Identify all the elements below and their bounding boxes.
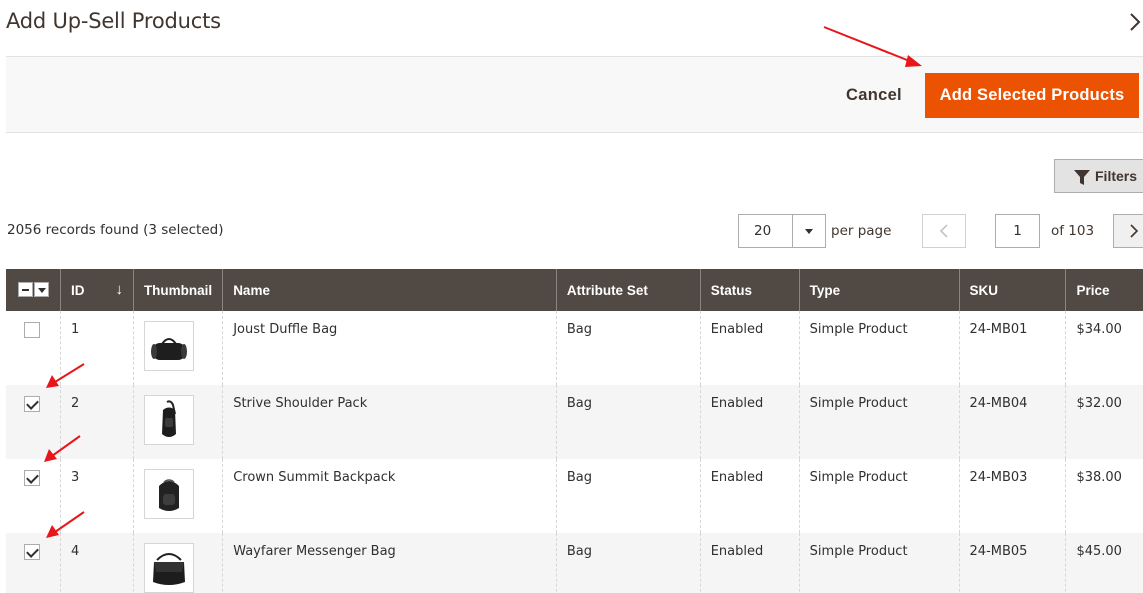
row-checkbox[interactable]	[24, 322, 40, 338]
modal-action-bar: Cancel Add Selected Products	[6, 56, 1143, 133]
chevron-right-icon	[1130, 13, 1141, 31]
mass-select-control[interactable]	[18, 281, 50, 299]
row-select-cell	[6, 533, 61, 593]
messenger-bag-icon	[152, 553, 185, 585]
chevron-left-icon	[939, 224, 948, 238]
product-thumbnail[interactable]	[143, 395, 194, 445]
cancel-button[interactable]: Cancel	[828, 73, 920, 117]
cell-price: $34.00	[1065, 311, 1143, 385]
row-checkbox[interactable]	[24, 396, 40, 412]
table-row[interactable]: 4 Wayfarer Messenger Bag Bag Enabled Sim…	[6, 533, 1143, 593]
close-button[interactable]	[1126, 6, 1143, 36]
cell-thumbnail	[132, 459, 223, 533]
cell-type: Simple Product	[798, 311, 960, 385]
row-checkbox[interactable]	[24, 544, 40, 560]
cell-attribute-set: Bag	[555, 385, 701, 459]
filters-button[interactable]: Filters	[1054, 159, 1143, 193]
add-selected-products-button[interactable]: Add Selected Products	[925, 73, 1139, 118]
cell-type: Simple Product	[798, 385, 960, 459]
next-page-button[interactable]	[1113, 214, 1143, 248]
cell-thumbnail	[132, 533, 223, 593]
cell-price: $38.00	[1065, 459, 1143, 533]
cell-id: 1	[60, 311, 134, 385]
products-grid: ID ↓ Thumbnail Name Attribute Set Status…	[6, 269, 1143, 593]
mass-select-dropdown[interactable]	[34, 281, 49, 297]
per-page-label: per page	[831, 223, 892, 239]
grid-header-row: ID ↓ Thumbnail Name Attribute Set Status…	[6, 269, 1143, 311]
funnel-icon	[1074, 170, 1090, 185]
cell-type: Simple Product	[798, 533, 960, 593]
current-page-input[interactable]	[995, 214, 1040, 248]
row-select-cell	[6, 311, 61, 385]
per-page-value: 20	[754, 223, 772, 239]
cell-thumbnail	[132, 311, 223, 385]
sort-descending-icon: ↓	[115, 280, 123, 298]
cell-sku: 24-MB03	[958, 459, 1066, 533]
mass-select-header	[6, 269, 61, 311]
product-thumbnail[interactable]	[143, 543, 194, 593]
column-header-id[interactable]: ID ↓	[60, 269, 134, 311]
column-header-status[interactable]: Status	[699, 269, 800, 311]
cell-name: Crown Summit Backpack	[222, 459, 557, 533]
row-checkbox[interactable]	[24, 470, 40, 486]
table-row[interactable]: 3 Crown Summit Backpack Bag Enabled Simp…	[6, 459, 1143, 533]
cell-status: Enabled	[699, 533, 800, 593]
per-page-dropdown-toggle[interactable]	[792, 215, 825, 247]
cell-status: Enabled	[699, 459, 800, 533]
per-page-select[interactable]: 20	[738, 214, 826, 248]
cell-name: Joust Duffle Bag	[222, 311, 557, 385]
cell-sku: 24-MB01	[958, 311, 1066, 385]
product-thumbnail[interactable]	[143, 469, 194, 519]
cell-type: Simple Product	[798, 459, 960, 533]
column-header-attribute-set[interactable]: Attribute Set	[555, 269, 701, 311]
shoulder-pack-icon	[161, 400, 176, 437]
row-select-cell	[6, 459, 61, 533]
column-header-thumbnail: Thumbnail	[132, 269, 223, 311]
cell-attribute-set: Bag	[555, 311, 701, 385]
modal-title: Add Up-Sell Products	[6, 9, 221, 33]
table-row[interactable]: 2 Strive Shoulder Pack Bag Enabled Simpl…	[6, 385, 1143, 459]
cell-id: 4	[60, 533, 134, 593]
cell-price: $45.00	[1065, 533, 1143, 593]
backpack-icon	[158, 479, 179, 511]
column-header-sku[interactable]: SKU	[958, 269, 1066, 311]
cell-status: Enabled	[699, 311, 800, 385]
column-label-id: ID	[71, 282, 85, 298]
cell-id: 3	[60, 459, 134, 533]
row-select-cell	[6, 385, 61, 459]
cell-status: Enabled	[699, 385, 800, 459]
chevron-right-icon	[1130, 224, 1139, 238]
cell-name: Wayfarer Messenger Bag	[222, 533, 557, 593]
records-found-text: 2056 records found (3 selected)	[7, 222, 224, 238]
product-thumbnail[interactable]	[143, 321, 194, 371]
cell-sku: 24-MB05	[958, 533, 1066, 593]
column-header-name[interactable]: Name	[222, 269, 557, 311]
column-header-type[interactable]: Type	[798, 269, 960, 311]
filters-label: Filters	[1095, 168, 1138, 184]
previous-page-button[interactable]	[922, 214, 966, 248]
cell-attribute-set: Bag	[555, 533, 701, 593]
table-row[interactable]: 1 Joust Duffle Bag Bag Enabled Simple Pr…	[6, 311, 1143, 385]
cell-sku: 24-MB04	[958, 385, 1066, 459]
column-header-price[interactable]: Price	[1065, 269, 1143, 311]
cell-name: Strive Shoulder Pack	[222, 385, 557, 459]
cell-attribute-set: Bag	[555, 459, 701, 533]
cell-price: $32.00	[1065, 385, 1143, 459]
cell-id: 2	[60, 385, 134, 459]
mass-select-checkbox[interactable]	[18, 281, 33, 297]
duffle-bag-icon	[150, 338, 187, 360]
cell-thumbnail	[132, 385, 223, 459]
total-pages-text: of 103	[1051, 223, 1095, 239]
